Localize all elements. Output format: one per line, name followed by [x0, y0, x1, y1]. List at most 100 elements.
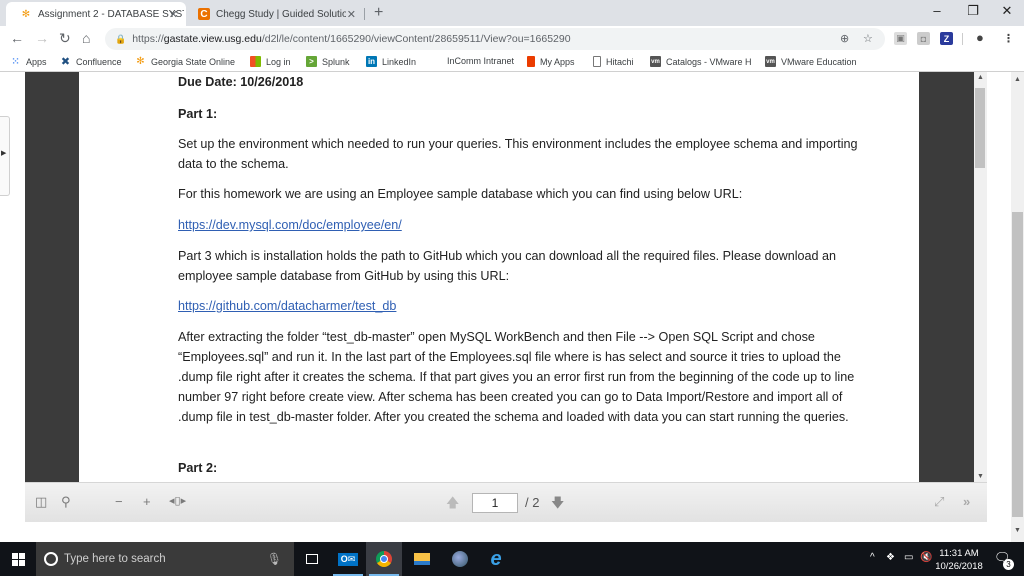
vmware-icon: vm: [650, 56, 661, 67]
linkedin-icon: in: [366, 56, 377, 67]
taskbar-search-input[interactable]: Type here to search 🎙: [36, 542, 294, 576]
taskbar-internet-explorer[interactable]: e: [478, 542, 514, 576]
sidebar-toggle-icon[interactable]: ◫: [35, 494, 47, 510]
paragraph-instructions: After extracting the folder “test_db-mas…: [178, 330, 855, 424]
viewer-scrollbar-thumb[interactable]: [975, 88, 985, 168]
viewer-toolbar: ◫ ⚲ − + ◂▯▸ 🡅 1 / 2 🡇 ⤢ »: [25, 482, 987, 522]
previous-page-arrow-icon[interactable]: 🡅: [446, 494, 459, 516]
tab-chegg[interactable]: C Chegg Study | Guided Solutions a ✕: [184, 2, 364, 26]
bookmark-star-icon[interactable]: ☆: [863, 32, 873, 45]
page-scrollbar-thumb[interactable]: [1012, 212, 1023, 517]
viewer-scrollbar[interactable]: ▲ ▼: [974, 72, 987, 482]
bookmark-label: Hitachi: [606, 56, 634, 67]
bookmark-confluence[interactable]: ✖ Confluence: [60, 56, 122, 68]
more-tools-icon[interactable]: »: [963, 494, 970, 509]
bookmark-vmware-education[interactable]: vm VMware Education: [765, 56, 857, 67]
extension-shield-icon[interactable]: ◘: [917, 32, 930, 45]
bookmark-apps[interactable]: ⁙ Apps: [10, 56, 47, 67]
fullscreen-icon[interactable]: ⤢: [934, 494, 944, 510]
start-button[interactable]: [0, 542, 36, 576]
page-scroll-down-icon[interactable]: ▼: [1014, 527, 1021, 534]
notification-badge: 3: [1003, 559, 1014, 570]
document-page: Due Date: 10/26/2018 Part 1: Set up the …: [79, 72, 919, 482]
toolbar-divider: [962, 33, 963, 45]
vmware-icon: vm: [765, 56, 776, 67]
bookmark-label: My Apps: [540, 56, 575, 67]
close-window-button[interactable]: ✕: [992, 3, 1022, 19]
bookmark-georgia-state[interactable]: ✻ Georgia State Online: [135, 56, 235, 67]
due-date: Due Date: 10/26/2018: [178, 75, 304, 89]
forward-button[interactable]: →: [35, 30, 49, 46]
github-link[interactable]: https://github.com/datacharmer/test_db: [178, 299, 396, 313]
apps-grid-icon: ⁙: [11, 56, 20, 66]
bookmark-linkedin[interactable]: in LinkedIn: [366, 56, 416, 67]
page-number-input[interactable]: 1: [472, 493, 518, 513]
home-button[interactable]: ⌂: [82, 30, 90, 46]
minimize-button[interactable]: –: [922, 3, 952, 18]
zoom-in-button[interactable]: +: [143, 494, 151, 509]
cortana-icon: [44, 552, 58, 566]
bookmark-label: InComm Intranet: [447, 56, 515, 66]
tab-separator: [364, 8, 365, 20]
task-view-button[interactable]: [294, 542, 330, 576]
address-bar[interactable]: 🔒 https://gastate.view.usg.edu/d2l/le/co…: [105, 28, 885, 50]
bookmark-hitachi[interactable]: Hitachi: [593, 56, 634, 67]
tab-title: Assignment 2 - DATABASE SYSTE: [38, 8, 184, 20]
outlook-icon: O✉: [337, 552, 359, 566]
battery-icon[interactable]: ▭: [904, 552, 913, 563]
chrome-icon: [376, 551, 392, 567]
microphone-icon[interactable]: 🎙: [267, 552, 282, 566]
mysql-docs-link[interactable]: https://dev.mysql.com/doc/employee/en/: [178, 218, 402, 232]
bookmarks-bar: ⁙ Apps ✖ Confluence ✻ Georgia State Onli…: [0, 52, 1024, 72]
bookmark-log-in[interactable]: Log in: [250, 56, 291, 67]
menu-kebab-icon[interactable]: ⋮: [1003, 32, 1014, 45]
zoom-icon[interactable]: ⊕: [840, 32, 849, 45]
expand-arrow-icon: ▶: [1, 150, 7, 157]
bookmark-incomm[interactable]: InComm Intranet: [447, 56, 514, 66]
restore-button[interactable]: ❐: [958, 3, 988, 19]
page-scroll-up-icon[interactable]: ▲: [1014, 76, 1021, 83]
taskbar-app-globe[interactable]: [442, 542, 478, 576]
tab-assignment[interactable]: ✻ Assignment 2 - DATABASE SYSTE ✕: [6, 2, 186, 26]
d2l-asterisk-icon: ✻: [136, 56, 145, 67]
extension-z-icon[interactable]: Z: [940, 32, 953, 45]
extension-icon[interactable]: ▣: [894, 32, 907, 45]
taskbar-file-explorer[interactable]: [404, 542, 440, 576]
task-view-icon: [306, 554, 318, 564]
chegg-icon: C: [198, 8, 210, 20]
bookmark-my-apps[interactable]: My Apps: [527, 56, 575, 67]
url-scheme: https://: [132, 33, 164, 45]
dropbox-icon[interactable]: ❖: [886, 552, 895, 563]
bookmark-splunk[interactable]: > Splunk: [306, 56, 350, 67]
taskbar-outlook[interactable]: O✉: [330, 542, 366, 576]
close-tab-icon[interactable]: ✕: [347, 8, 356, 21]
document-viewer: Due Date: 10/26/2018 Part 1: Set up the …: [25, 72, 987, 522]
side-panel-toggle[interactable]: ▶: [0, 116, 10, 196]
page-scrollbar[interactable]: ▲ ▼: [1011, 72, 1024, 542]
bookmark-label: Georgia State Online: [151, 56, 236, 67]
windows-logo-icon: [11, 552, 25, 566]
office-icon: [527, 56, 535, 67]
globe-icon: [452, 551, 468, 567]
page-total: / 2: [525, 495, 540, 510]
search-icon[interactable]: ⚲: [61, 494, 71, 510]
microsoft-icon: [250, 56, 261, 67]
taskbar-chrome[interactable]: [366, 542, 402, 576]
new-tab-button[interactable]: +: [374, 4, 383, 22]
zoom-out-button[interactable]: −: [115, 494, 123, 509]
back-button[interactable]: ←: [10, 30, 24, 46]
reload-button[interactable]: ↻: [59, 30, 71, 47]
scroll-up-arrow-icon[interactable]: ▲: [977, 74, 984, 81]
fit-width-icon[interactable]: ◂▯▸: [169, 494, 186, 507]
show-hidden-icons[interactable]: ^: [870, 552, 875, 563]
paragraph-setup: Set up the environment which needed to r…: [178, 137, 858, 171]
scroll-down-arrow-icon[interactable]: ▼: [977, 473, 984, 480]
clock[interactable]: 11:31 AM 10/26/2018: [930, 547, 988, 573]
windows-taskbar: Type here to search 🎙 O✉ e ^ ❖ ▭ 🔇 11:31…: [0, 542, 1024, 576]
bookmark-vmware-catalogs[interactable]: vm Catalogs - VMware H: [650, 56, 752, 67]
next-page-arrow-icon[interactable]: 🡇: [551, 494, 564, 516]
bookmark-label: Catalogs - VMware H: [666, 56, 752, 67]
confluence-icon: ✖: [60, 56, 71, 68]
close-tab-icon[interactable]: ✕: [169, 8, 178, 21]
profile-icon[interactable]: ●: [976, 30, 984, 45]
